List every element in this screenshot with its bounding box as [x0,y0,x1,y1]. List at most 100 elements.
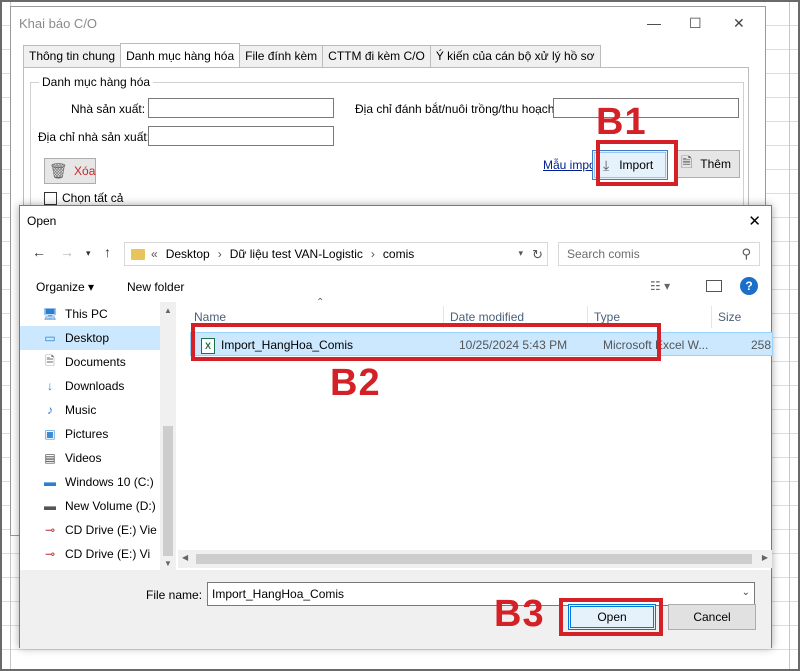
scroll-up-icon[interactable]: ▲ [164,306,172,315]
drive-icon: ▬ [44,499,56,513]
nav-item-c-drive[interactable]: ▬ Windows 10 (C:) [20,470,176,494]
add-button-label: Thêm [700,157,731,171]
label-dia-chi-nsx: Địa chỉ nhà sản xuất: [38,130,151,144]
nav-label: This PC [65,307,108,321]
cancel-button[interactable]: Cancel [668,604,756,630]
help-icon[interactable]: ? [740,277,758,295]
desktop-icon: ▭ [44,331,56,345]
tab-thong-tin-chung[interactable]: Thông tin chung [23,45,122,67]
scrollbar-thumb[interactable] [163,426,173,556]
nav-label: Downloads [65,379,125,393]
overflow-chevron-icon[interactable]: « [151,247,158,261]
chevron-down-icon[interactable]: ▾ [518,248,523,259]
tab-file-dinh-kem[interactable]: File đính kèm [239,45,324,67]
back-arrow-icon[interactable]: ← [32,244,46,260]
documents-icon: 🗎 [45,353,55,368]
pc-icon: 🖥 [42,307,58,321]
close-icon[interactable]: ✕ [748,212,761,230]
file-size: 258 [751,338,772,352]
forward-arrow-icon[interactable]: → [60,244,74,260]
select-all-label: Chọn tất cả [62,191,124,205]
tab-bar: Thông tin chung Danh mục hàng hóa File đ… [23,43,601,67]
tab-y-kien[interactable]: Ý kiến của cán bộ xử lý hồ sơ [429,45,601,67]
recent-dropdown-icon[interactable]: ▾ [86,248,91,259]
nav-label: Music [65,403,97,417]
chevron-down-icon[interactable]: ⌄ [742,587,750,598]
nav-label: Videos [65,451,102,465]
view-options-icon[interactable]: ☷ ▾ [650,279,670,293]
annotation-label-b2: B2 [330,362,381,404]
scroll-left-icon[interactable]: ◀ [182,553,188,562]
label-nha-san-xuat: Nhà sản xuất: [71,102,146,116]
annotation-label-b3: B3 [494,593,545,635]
select-all-checkbox[interactable] [44,192,57,205]
annotation-box-b1 [596,140,678,186]
nav-item-desktop[interactable]: ▭ Desktop [20,326,176,350]
nav-label: Pictures [65,427,109,441]
music-icon: ♪ [47,403,53,417]
document-add-icon: 🗎 [681,154,693,170]
annotation-box-b2 [191,323,661,361]
up-arrow-icon[interactable]: ↑ [104,244,111,260]
folder-icon [131,248,145,260]
file-name-input[interactable]: Import_HangHoa_Comis ⌄ [207,582,755,606]
nav-item-documents[interactable]: 🗎 Documents [20,350,176,374]
add-button[interactable]: 🗎 Thêm [674,150,740,178]
organize-menu[interactable]: Organize ▾ [36,280,94,294]
horizontal-scrollbar[interactable]: ◀ ▶ [178,550,772,568]
grid-line [789,2,790,669]
navigation-bar: ← → ▾ ↑ « Desktop › Dữ liệu test VAN-Log… [20,240,771,268]
nav-item-videos[interactable]: ▤ Videos [20,446,176,470]
preview-pane-icon[interactable] [706,280,722,292]
label-dia-chi-danh-bat: Địa chỉ đánh bắt/nuôi trồng/thu hoạch: [355,102,558,116]
drive-icon: ▬ [44,475,56,489]
tab-cttm[interactable]: CTTM đi kèm C/O [322,45,431,67]
nav-pane-scrollbar[interactable]: ▲ ▼ [160,302,176,570]
nav-item-cd-drive[interactable]: ⊸ CD Drive (E:) Vie [20,518,176,542]
tab-danh-muc-hang-hoa[interactable]: Danh mục hàng hóa [120,43,241,67]
nav-item-music[interactable]: ♪ Music [20,398,176,422]
trash-icon: 🗑 [49,163,69,180]
cd-drive-icon: ⊸ [44,547,56,561]
navigation-pane: 🖥 This PC ▭ Desktop 🗎 Documents ↓ Downloads … [20,302,176,570]
address-bar[interactable]: « Desktop › Dữ liệu test VAN-Logistic › … [124,242,548,266]
minimize-icon[interactable]: — [647,15,661,31]
refresh-icon[interactable]: ↻ [532,247,543,263]
nav-label: CD Drive (E:) Vi [65,547,151,561]
search-input[interactable]: Search comis ⚲ [558,242,760,266]
scrollbar-thumb[interactable] [196,554,752,564]
pictures-icon: ▣ [44,427,56,441]
dia-chi-nsx-input[interactable] [148,126,334,146]
scroll-down-icon[interactable]: ▼ [164,559,172,568]
nav-item-downloads[interactable]: ↓ Downloads [20,374,176,398]
chevron-right-icon: › [370,247,375,261]
scroll-right-icon[interactable]: ▶ [762,553,768,562]
dialog-title: Open [27,214,57,228]
file-name-value: Import_HangHoa_Comis [212,587,345,601]
breadcrumb-test-folder[interactable]: Dữ liệu test VAN-Logistic [230,247,363,261]
breadcrumb-desktop[interactable]: Desktop [166,247,210,261]
column-header-size[interactable]: Size [712,306,773,328]
videos-icon: ▤ [44,451,56,465]
open-file-dialog: Open ✕ ← → ▾ ↑ « Desktop › Dữ liệu test … [19,205,773,649]
nav-label: New Volume (D:) [65,499,156,513]
close-icon[interactable]: ✕ [733,15,745,32]
nav-label: Documents [65,355,126,369]
search-icon: ⚲ [741,246,751,261]
cd-drive-icon: ⊸ [44,523,56,537]
nav-label: CD Drive (E:) Vie [65,523,157,537]
nav-item-this-pc[interactable]: 🖥 This PC [20,302,176,326]
chevron-right-icon: › [217,247,222,261]
delete-button[interactable]: 🗑 Xóa [44,158,96,184]
new-folder-button[interactable]: New folder [127,280,184,294]
nav-item-d-drive[interactable]: ▬ New Volume (D:) [20,494,176,518]
nav-item-pictures[interactable]: ▣ Pictures [20,422,176,446]
delete-button-label: Xóa [74,164,96,178]
maximize-icon[interactable]: ☐ [689,15,702,32]
breadcrumb-comis[interactable]: comis [383,247,414,261]
nav-item-cd-drive-2[interactable]: ⊸ CD Drive (E:) Vi [20,542,176,566]
annotation-label-b1: B1 [596,101,647,143]
annotation-box-b3 [559,598,663,636]
nha-san-xuat-input[interactable] [148,98,334,118]
group-title: Danh mục hàng hóa [39,75,154,89]
